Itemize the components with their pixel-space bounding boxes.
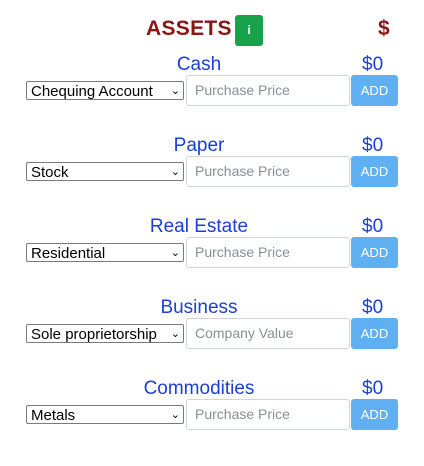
section-commodities: Commodities $0 Metals ⌄ Purchase Price A… — [0, 378, 424, 459]
currency-symbol: $ — [378, 17, 390, 40]
add-button[interactable]: ADD — [351, 237, 398, 268]
section-real-estate: Real Estate $0 Residential ⌄ Purchase Pr… — [0, 216, 424, 297]
section-total: $0 — [362, 297, 384, 318]
select-value: Chequing Account — [31, 83, 153, 100]
section-total: $0 — [362, 54, 384, 75]
chevron-down-icon: ⌄ — [170, 85, 180, 97]
section-business: Business $0 Sole proprietorship ⌄ Compan… — [0, 297, 424, 378]
add-button[interactable]: ADD — [351, 318, 398, 349]
add-button[interactable]: ADD — [351, 399, 398, 430]
select-value: Stock — [31, 164, 69, 181]
business-type-select[interactable]: Sole proprietorship ⌄ — [26, 324, 184, 343]
real-estate-type-select[interactable]: Residential ⌄ — [26, 243, 184, 262]
section-title: Real Estate — [149, 216, 249, 237]
select-value: Residential — [31, 245, 106, 262]
chevron-down-icon: ⌄ — [170, 328, 180, 340]
company-value-input[interactable]: Company Value — [186, 318, 350, 349]
cash-type-select[interactable]: Chequing Account ⌄ — [26, 81, 184, 100]
assets-header: ASSETS i $ — [0, 0, 424, 50]
section-title: Commodities — [143, 378, 255, 399]
section-paper: Paper $0 Stock ⌄ Purchase Price ADD — [0, 135, 424, 216]
section-title: Cash — [176, 54, 222, 75]
section-title: Business — [160, 297, 238, 318]
add-button[interactable]: ADD — [351, 156, 398, 187]
select-value: Metals — [31, 407, 76, 424]
chevron-down-icon: ⌄ — [170, 409, 180, 421]
section-title: Paper — [173, 135, 225, 156]
commodities-type-select[interactable]: Metals ⌄ — [26, 405, 184, 424]
purchase-price-input[interactable]: Purchase Price — [186, 237, 350, 268]
assets-title: ASSETS — [146, 17, 232, 40]
section-cash: Cash $0 Chequing Account ⌄ Purchase Pric… — [0, 54, 424, 135]
add-button[interactable]: ADD — [351, 75, 398, 106]
section-total: $0 — [362, 135, 384, 156]
chevron-down-icon: ⌄ — [170, 166, 180, 178]
select-value: Sole proprietorship — [31, 326, 157, 343]
info-button[interactable]: i — [235, 15, 263, 46]
paper-type-select[interactable]: Stock ⌄ — [26, 162, 184, 181]
purchase-price-input[interactable]: Purchase Price — [186, 75, 350, 106]
section-total: $0 — [362, 216, 384, 237]
chevron-down-icon: ⌄ — [170, 247, 180, 259]
purchase-price-input[interactable]: Purchase Price — [186, 156, 350, 187]
purchase-price-input[interactable]: Purchase Price — [186, 399, 350, 430]
section-total: $0 — [362, 378, 384, 399]
